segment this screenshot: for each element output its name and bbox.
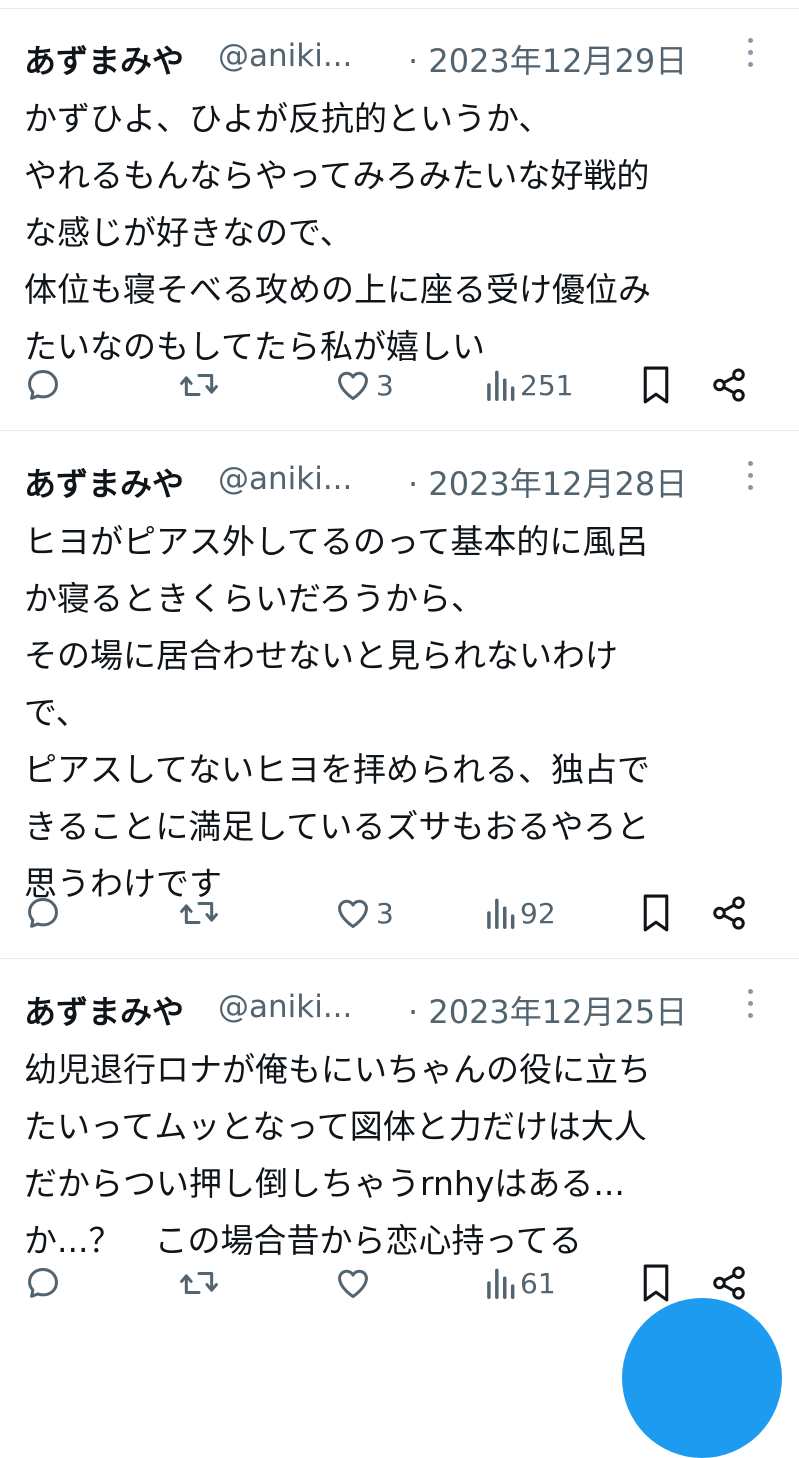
tweet-text-line: きることに満足しているズサもおるやろと [24, 807, 650, 846]
views-icon [487, 370, 515, 401]
views-icon [487, 1268, 515, 1299]
author-name[interactable]: あずまみや [24, 987, 184, 1033]
tweet-text-line: で、 [24, 693, 89, 732]
retweet-icon [180, 373, 218, 397]
share-icon [713, 896, 745, 930]
bookmark-button[interactable] [640, 360, 672, 410]
tweet-3[interactable]: あずまみや @aniki... · 2023年12月25日 幼児退行ロナが俺もに… [0, 959, 799, 1331]
tweet-text-line: ピアスしてないヒヨを拝められる、独占で [24, 750, 651, 789]
like-button[interactable]: 3 [334, 360, 394, 410]
like-count: 3 [376, 896, 394, 930]
reply-icon [28, 1268, 58, 1298]
author-handle[interactable]: @aniki... [218, 989, 352, 1025]
bookmark-icon [643, 1264, 669, 1302]
tweet-actions: 3 251 [0, 360, 799, 410]
views-count: 92 [520, 896, 556, 930]
tweet-text-line: ヒヨがピアス外してるのって基本的に風呂 [24, 522, 649, 561]
like-icon [338, 899, 368, 928]
share-button[interactable] [710, 888, 748, 938]
tweet-1[interactable]: あずまみや @aniki... · 2023年12月29日 かずひよ、ひよが反抗… [0, 8, 799, 431]
tweet-text-line: やれるもんならやってみろみたいな好戦的 [24, 156, 650, 195]
reply-icon [28, 898, 58, 928]
retweet-button[interactable] [178, 1258, 220, 1308]
reply-button[interactable] [24, 360, 62, 410]
bookmark-button[interactable] [640, 888, 672, 938]
reply-button[interactable] [24, 888, 62, 938]
tweet-date[interactable]: · 2023年12月25日 [408, 987, 687, 1033]
tweet-text-line: その場に居合わせないと見られないわけ [24, 636, 618, 675]
tweet-text-line: か寝るときくらいだろうから、 [24, 579, 485, 618]
author-name[interactable]: あずまみや [24, 459, 184, 505]
tweet-header: あずまみや @aniki... · 2023年12月28日 [24, 453, 775, 505]
share-icon [713, 1266, 745, 1300]
views-button[interactable]: 61 [484, 1258, 556, 1308]
like-icon [338, 1269, 368, 1298]
like-button[interactable]: 3 [334, 888, 394, 938]
views-icon [487, 898, 515, 929]
author-handle[interactable]: @aniki... [218, 461, 352, 497]
tweet-text-line: たいってムッとなって図体と力だけは大人 [24, 1107, 647, 1146]
more-icon[interactable] [744, 989, 756, 1029]
bookmark-button[interactable] [640, 1258, 672, 1308]
reply-icon [28, 370, 58, 400]
retweet-icon [180, 901, 218, 925]
more-icon[interactable] [744, 461, 756, 501]
share-icon [713, 368, 745, 402]
bookmark-icon [643, 366, 669, 404]
tweet-text-line: だからつい押し倒しちゃうrnhyはある... [24, 1164, 625, 1203]
author-handle[interactable]: @aniki... [218, 38, 352, 74]
retweet-button[interactable] [178, 888, 220, 938]
retweet-button[interactable] [178, 360, 220, 410]
bookmark-icon [643, 894, 669, 932]
views-count: 61 [520, 1266, 556, 1300]
views-count: 251 [520, 368, 574, 402]
like-icon [338, 371, 368, 400]
tweet-date[interactable]: · 2023年12月29日 [408, 36, 687, 82]
tweet-2[interactable]: あずまみや @aniki... · 2023年12月28日 ヒヨがピアス外してる… [0, 431, 799, 959]
reply-button[interactable] [24, 1258, 62, 1308]
compose-button[interactable] [622, 1298, 782, 1458]
share-button[interactable] [710, 360, 748, 410]
tweet-text: かずひよ、ひよが反抗的というか、 やれるもんならやってみろみたいな好戦的 な感じ… [24, 90, 749, 375]
views-button[interactable]: 92 [484, 888, 556, 938]
tweet-text-line: 体位も寝そべる攻めの上に座る受け優位み [24, 270, 651, 309]
tweet-header: あずまみや @aniki... · 2023年12月25日 [24, 981, 775, 1033]
tweet-text: 幼児退行ロナが俺もにいちゃんの役に立ち たいってムッとなって図体と力だけは大人 … [24, 1041, 749, 1269]
tweet-actions: 3 92 [0, 888, 799, 938]
tweet-text-line: 幼児退行ロナが俺もにいちゃんの役に立ち [24, 1050, 651, 1089]
author-name[interactable]: あずまみや [24, 36, 184, 82]
like-button[interactable] [334, 1258, 376, 1308]
tweet-text-line: かずひよ、ひよが反抗的というか、 [24, 99, 552, 138]
views-button[interactable]: 251 [484, 360, 573, 410]
like-count: 3 [376, 368, 394, 402]
tweet-date[interactable]: · 2023年12月28日 [408, 459, 687, 505]
tweet-text: ヒヨがピアス外してるのって基本的に風呂 か寝るときくらいだろうから、 その場に居… [24, 513, 749, 912]
retweet-icon [180, 1271, 218, 1295]
tweet-text-line: な感じが好きなので、 [24, 213, 353, 252]
more-icon[interactable] [744, 38, 756, 78]
tweet-header: あずまみや @aniki... · 2023年12月29日 [24, 30, 775, 82]
